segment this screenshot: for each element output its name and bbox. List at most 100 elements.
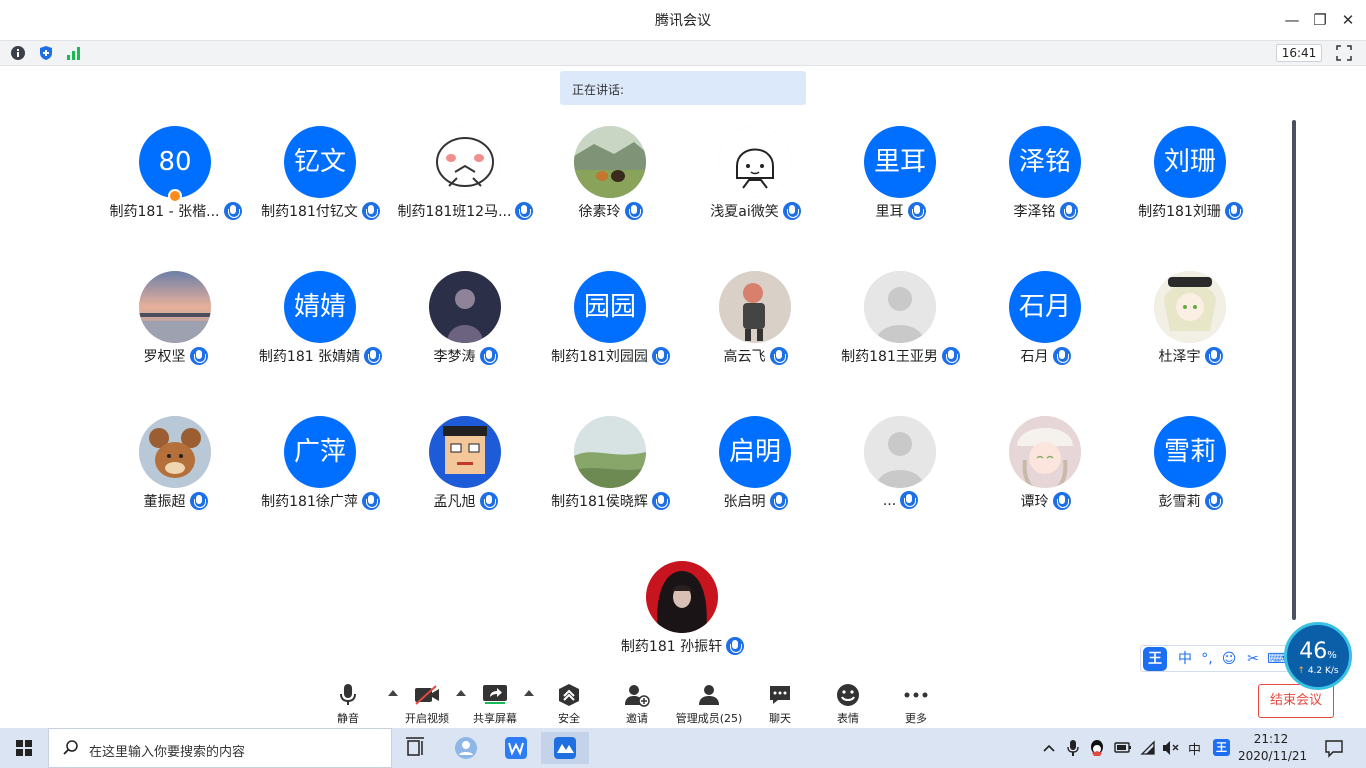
tray-microphone-icon[interactable] — [1066, 739, 1080, 757]
signal-icon[interactable] — [66, 45, 82, 61]
participant-tile[interactable]: 谭玲 — [973, 416, 1118, 516]
taskbar-wps-icon[interactable] — [492, 732, 540, 764]
shield-icon[interactable] — [38, 45, 54, 61]
meeting-timer: 16:41 — [1276, 44, 1322, 62]
tray-wifi-icon[interactable] — [1140, 740, 1156, 756]
info-icon[interactable] — [10, 45, 26, 61]
mic-muted-icon — [364, 347, 383, 365]
participant-tile[interactable]: 高云飞 — [683, 271, 828, 371]
fullscreen-icon[interactable] — [1336, 45, 1352, 61]
participant-tile[interactable]: 制药181 孙振轩 — [610, 561, 755, 661]
participant-tile[interactable]: 里耳 里耳 — [828, 126, 973, 226]
ime-punct-toggle[interactable]: °, — [1197, 649, 1217, 669]
emoji-label: 表情 — [837, 712, 859, 725]
mic-muted-icon — [1204, 492, 1223, 510]
taskbar-app-contacts-icon[interactable] — [442, 732, 490, 764]
default-avatar-icon — [864, 416, 936, 488]
participant-tile[interactable]: 启明 张启明 — [683, 416, 828, 516]
emoji-icon — [817, 682, 879, 708]
share-screen-icon — [464, 682, 526, 708]
manage-members-button[interactable]: 管理成员(25) — [672, 682, 746, 726]
participant-tile[interactable]: 婧婧 制药181 张婧婧 — [248, 271, 393, 371]
notification-icon[interactable] — [1324, 738, 1344, 758]
participant-tile[interactable]: ... — [828, 416, 973, 516]
tray-ime-logo-icon[interactable]: 王 — [1213, 739, 1230, 756]
tray-chevron-up-icon[interactable] — [1042, 741, 1056, 755]
participant-tile[interactable]: 园园 制药181刘园园 — [538, 271, 683, 371]
participant-tile[interactable]: 杜泽宇 — [1118, 271, 1263, 371]
tray-battery-icon[interactable] — [1114, 740, 1132, 756]
participant-name-text: 谭玲 — [1020, 494, 1049, 510]
participant-tile[interactable]: 罗权坚 — [103, 271, 248, 371]
restore-button[interactable]: ❐ — [1306, 8, 1334, 32]
ime-logo-icon[interactable]: 王 — [1143, 647, 1167, 671]
ime-emoji-icon[interactable]: ☺ — [1219, 649, 1239, 669]
mic-muted-icon — [900, 491, 919, 509]
participant-name-text: 杜泽宇 — [1158, 349, 1201, 365]
invite-icon — [606, 682, 668, 708]
minimize-button[interactable]: — — [1278, 8, 1306, 32]
participant-tile[interactable]: 广萍 制药181徐广萍 — [248, 416, 393, 516]
participant-name-text: 制药181刘珊 — [1138, 204, 1221, 220]
participant-tile[interactable]: 80 制药181 - 张楷... — [103, 126, 248, 226]
participant-tile[interactable]: 徐素玲 — [538, 126, 683, 226]
mic-muted-icon — [1059, 202, 1078, 220]
participant-name-text: 张启明 — [723, 494, 766, 510]
security-button[interactable]: 安全 — [538, 682, 600, 726]
mic-muted-icon — [1052, 347, 1071, 365]
participant-tile[interactable]: 雪莉 彭雪莉 — [1118, 416, 1263, 516]
mic-muted-icon — [1204, 347, 1223, 365]
participant-tile[interactable]: 制药181侯晓辉 — [538, 416, 683, 516]
tray-ime-lang[interactable]: 中 — [1188, 739, 1201, 758]
participant-tile[interactable]: 泽铭 李泽铭 — [973, 126, 1118, 226]
chat-button[interactable]: 聊天 — [749, 682, 811, 726]
participant-name-text: 李梦涛 — [433, 349, 476, 365]
participant-name: 制药181侯晓辉 — [538, 491, 683, 511]
participant-avatar: 婧婧 — [284, 271, 356, 343]
close-button[interactable]: ✕ — [1334, 8, 1362, 32]
participant-avatar-photo — [139, 271, 211, 343]
participant-avatar-photo — [429, 271, 501, 343]
emoji-button[interactable]: 表情 — [817, 682, 879, 726]
more-button[interactable]: 更多 — [885, 682, 947, 726]
task-view-icon[interactable] — [392, 732, 440, 764]
tray-qq-icon[interactable] — [1088, 738, 1106, 758]
mic-muted-icon — [782, 202, 801, 220]
invite-button[interactable]: 邀请 — [606, 682, 668, 726]
ime-lang-toggle[interactable]: 中 — [1175, 649, 1195, 669]
share-options-caret[interactable] — [524, 690, 534, 696]
participant-name: 李泽铭 — [973, 201, 1118, 221]
ime-scissors-icon[interactable]: ✂ — [1243, 649, 1263, 669]
search-icon — [63, 740, 78, 755]
participant-tile[interactable]: 董振超 — [103, 416, 248, 516]
mic-muted-icon — [515, 202, 534, 220]
participant-tile[interactable]: 制药181王亚男 — [828, 271, 973, 371]
network-speed-gauge[interactable]: 46% ↑ 4.2 K/s — [1284, 622, 1352, 690]
participant-avatar: 园园 — [574, 271, 646, 343]
more-label: 更多 — [905, 712, 927, 725]
participant-name: 石月 — [973, 346, 1118, 366]
participant-tile[interactable]: 石月 石月 — [973, 271, 1118, 371]
taskbar-tencent-meeting-icon[interactable] — [541, 732, 589, 764]
participant-tile[interactable]: 浅夏ai微笑 — [683, 126, 828, 226]
taskbar-clock[interactable]: 21:12 2020/11/21 — [1238, 731, 1307, 765]
participant-tile[interactable]: 制药181班12马... — [393, 126, 538, 226]
participant-avatar-photo — [719, 271, 791, 343]
participant-name: 制药181王亚男 — [828, 346, 973, 366]
scrollbar[interactable] — [1292, 120, 1296, 620]
participant-tile[interactable]: 孟凡旭 — [393, 416, 538, 516]
participant-name: 制药181班12马... — [393, 201, 538, 221]
participant-avatar-photo — [1009, 416, 1081, 488]
participant-name-text: 浅夏ai微笑 — [710, 204, 779, 220]
mute-label: 静音 — [337, 712, 359, 725]
participant-tile[interactable]: 刘珊 制药181刘珊 — [1118, 126, 1263, 226]
windows-start-icon[interactable] — [0, 728, 48, 768]
participant-tile[interactable]: 钇文 制药181付钇文 — [248, 126, 393, 226]
participant-tile[interactable]: 李梦涛 — [393, 271, 538, 371]
window-title: 腾讯会议 — [655, 13, 711, 29]
share-screen-button[interactable]: 共享屏幕 — [464, 682, 526, 726]
mute-button[interactable]: 静音 — [317, 682, 379, 726]
start-video-button[interactable]: 开启视频 — [396, 682, 458, 726]
tray-volume-muted-icon[interactable] — [1162, 740, 1180, 756]
taskbar-search-box[interactable]: 在这里输入你要搜索的内容 — [48, 728, 392, 768]
